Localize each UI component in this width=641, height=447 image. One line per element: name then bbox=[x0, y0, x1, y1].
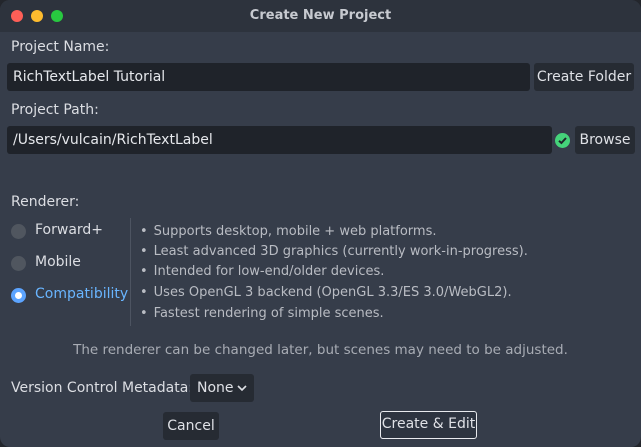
radio-label: Compatibility bbox=[35, 286, 129, 302]
radio-icon bbox=[11, 256, 26, 271]
version-control-value: None bbox=[197, 380, 234, 396]
create-folder-button[interactable]: Create Folder bbox=[534, 63, 634, 91]
browse-button[interactable]: Browse bbox=[575, 126, 635, 154]
renderer-description-line: • Least advanced 3D graphics (currently w… bbox=[140, 244, 528, 259]
version-control-select[interactable]: None bbox=[190, 374, 254, 402]
radio-label: Mobile bbox=[35, 254, 81, 270]
project-name-label: Project Name: bbox=[11, 39, 110, 55]
divider bbox=[130, 218, 131, 326]
project-path-label: Project Path: bbox=[11, 102, 99, 118]
renderer-label: Renderer: bbox=[11, 194, 80, 210]
renderer-description-line: • Fastest rendering of simple scenes. bbox=[140, 306, 384, 321]
radio-selected-icon bbox=[11, 288, 26, 303]
radio-icon bbox=[11, 224, 26, 239]
renderer-description-line: • Uses OpenGL 3 backend (OpenGL 3.3/ES 3.… bbox=[140, 285, 512, 300]
renderer-description-line: • Intended for low-end/older devices. bbox=[140, 264, 385, 279]
create-project-dialog: Create New Project Project Name: RichTex… bbox=[0, 0, 641, 447]
version-control-label: Version Control Metadata: bbox=[11, 380, 193, 396]
project-path-input[interactable]: /Users/vulcain/RichTextLabel bbox=[7, 126, 552, 154]
renderer-note: The renderer can be changed later, but s… bbox=[73, 342, 568, 358]
cancel-button[interactable]: Cancel bbox=[163, 412, 219, 440]
window-title: Create New Project bbox=[249, 8, 392, 23]
chevron-down-icon bbox=[237, 385, 247, 392]
title-bar: Create New Project bbox=[0, 0, 641, 32]
check-circle-icon bbox=[555, 133, 570, 148]
project-name-input[interactable]: RichTextLabel Tutorial bbox=[7, 63, 530, 91]
renderer-description-line: • Supports desktop, mobile + web platform… bbox=[140, 224, 437, 239]
create-and-edit-button[interactable]: Create & Edit bbox=[380, 411, 477, 439]
radio-label: Forward+ bbox=[35, 222, 104, 238]
